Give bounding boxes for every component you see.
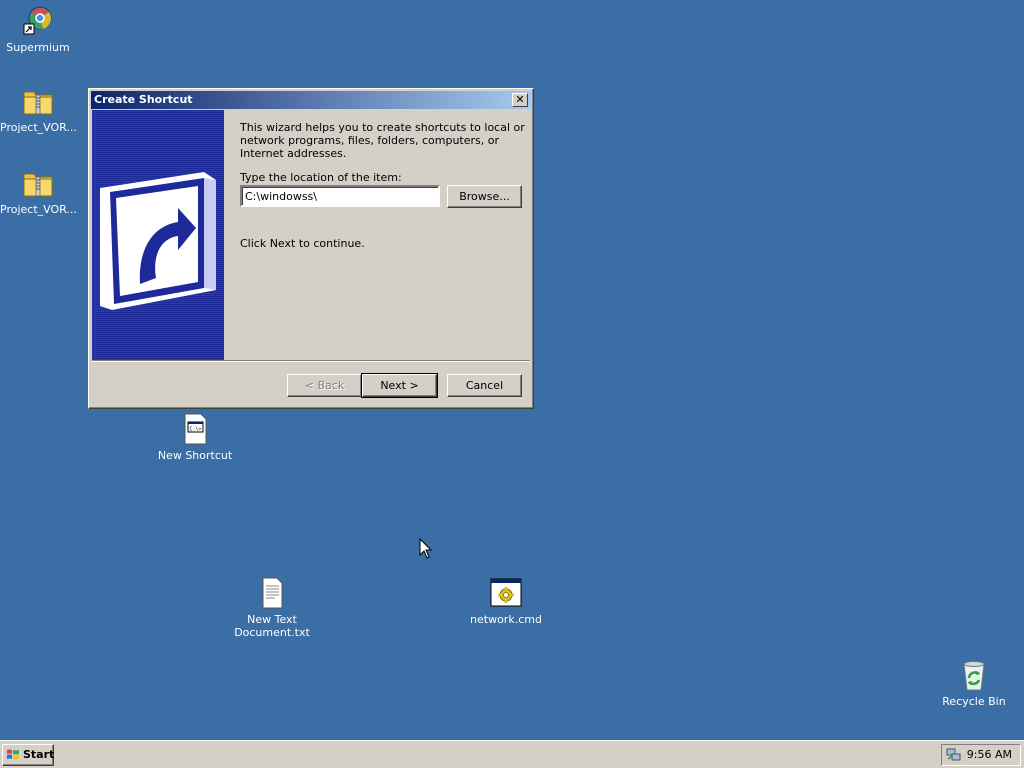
desktop-icon-label: Project_VOR... — [0, 203, 77, 216]
desktop-icon-supermium[interactable]: Supermium — [0, 4, 76, 54]
desktop-icon-label: Project_VOR... — [0, 121, 77, 134]
text-file-icon — [255, 576, 289, 610]
desktop-icon-project-vor-1[interactable]: Project_VOR... — [0, 84, 77, 134]
windows-logo-icon — [7, 749, 19, 760]
svg-text:C:\>: C:\> — [190, 427, 202, 433]
continue-text: Click Next to continue. — [240, 237, 365, 250]
desktop-icon-label: New Shortcut — [157, 449, 233, 462]
desktop-icon-label: Supermium — [6, 41, 70, 54]
dialog-titlebar[interactable]: Create Shortcut ✕ — [91, 91, 531, 109]
desktop-icon-label: Recycle Bin — [942, 695, 1006, 708]
location-input[interactable] — [240, 185, 440, 207]
create-shortcut-dialog: Create Shortcut ✕ This wizard helps you … — [88, 88, 534, 409]
desktop-icon-label: network.cmd — [470, 613, 542, 626]
close-button[interactable]: ✕ — [512, 93, 528, 107]
start-label: Start — [23, 748, 55, 761]
browse-button[interactable]: Browse... — [447, 185, 522, 208]
network-status-icon[interactable] — [946, 748, 962, 762]
shortcut-file-icon: C:\> — [178, 412, 212, 446]
zip-folder-icon — [21, 84, 55, 118]
browser-shortcut-icon — [21, 4, 55, 38]
desktop-icon-new-shortcut[interactable]: C:\> New Shortcut — [156, 412, 234, 462]
dialog-content: This wizard helps you to create shortcut… — [240, 121, 525, 250]
wizard-banner — [92, 110, 224, 360]
desktop-icon-new-text-document[interactable]: New Text Document.txt — [234, 576, 310, 639]
clock[interactable]: 9:56 AM — [967, 745, 1012, 765]
next-button[interactable]: Next > — [361, 373, 438, 398]
button-separator — [92, 360, 530, 362]
recycle-bin-icon — [957, 658, 991, 692]
desktop-icon-label: New Text Document.txt — [234, 613, 310, 639]
location-label: Type the location of the item: — [240, 171, 402, 184]
cancel-button[interactable]: Cancel — [447, 374, 522, 397]
system-tray: 9:56 AM — [941, 744, 1021, 766]
desktop[interactable]: Supermium Project_VOR... Project_VOR... … — [0, 0, 1024, 740]
close-icon: ✕ — [515, 93, 525, 106]
taskbar: Start 9:56 AM — [0, 740, 1024, 768]
back-button[interactable]: < Back — [287, 374, 362, 397]
desktop-icon-network-cmd[interactable]: network.cmd — [468, 576, 544, 626]
zip-folder-icon — [21, 166, 55, 200]
dialog-title: Create Shortcut — [94, 93, 193, 106]
shortcut-arrow-icon — [100, 172, 216, 310]
desktop-icon-recycle-bin[interactable]: Recycle Bin — [936, 658, 1012, 708]
start-button[interactable]: Start — [2, 744, 54, 766]
intro-text: This wizard helps you to create shortcut… — [240, 121, 525, 160]
mouse-cursor-icon — [419, 537, 433, 563]
cmd-file-icon — [489, 576, 523, 610]
desktop-icon-project-vor-2[interactable]: Project_VOR... — [0, 166, 77, 216]
